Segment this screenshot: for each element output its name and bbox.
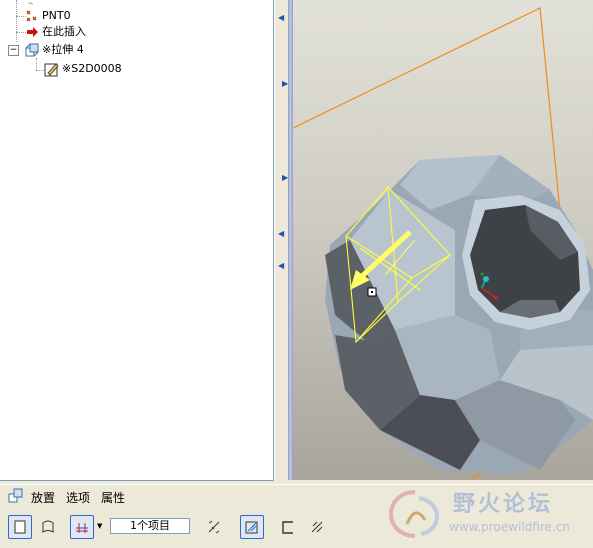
- remove-material-icon: [245, 521, 258, 534]
- surface-extrude-button[interactable]: [36, 515, 60, 539]
- flip-direction-icon: [208, 520, 220, 534]
- depth-dropdown-icon[interactable]: ▼: [97, 522, 102, 530]
- watermark-logo-icon: [388, 490, 440, 538]
- tree-item-label: ※拉伸 4: [42, 43, 84, 56]
- tab-properties[interactable]: 属性: [101, 489, 125, 506]
- solid-extrude-button[interactable]: [8, 515, 32, 539]
- tree-connector: [36, 70, 44, 71]
- depth-options-icon: [76, 523, 88, 533]
- tree-item-insert-here[interactable]: 在此插入: [24, 24, 224, 40]
- solid-extrude-icon: [14, 520, 26, 534]
- surface-extrude-icon: [42, 520, 54, 533]
- extrude-feature-icon: [24, 42, 40, 63]
- collapse-left-arrow-icon[interactable]: ◀: [278, 262, 284, 270]
- thicken-sketch-button[interactable]: [276, 515, 300, 539]
- forum-watermark: 野火论坛 www.proewildfire.cn: [383, 482, 593, 548]
- sketch-icon: [44, 61, 60, 82]
- dashboard-feature-icon: [8, 488, 24, 507]
- tree-item-extrude-4[interactable]: − ※拉伸 4: [8, 42, 228, 58]
- collapse-left-arrow-icon[interactable]: ◀: [278, 230, 284, 238]
- tree-connector: [16, 0, 17, 42]
- tree-item-sketch[interactable]: ※S2D0008: [44, 61, 244, 77]
- flip-direction-button[interactable]: [202, 515, 226, 539]
- tab-options[interactable]: 选项: [66, 489, 90, 506]
- watermark-url: www.proewildfire.cn: [449, 520, 570, 534]
- depth-options-button[interactable]: [70, 515, 94, 539]
- thicken-sketch-icon: [282, 521, 293, 534]
- tree-item-label: PNT0: [42, 9, 71, 22]
- remove-material-button[interactable]: [240, 515, 264, 539]
- collapse-left-arrow-icon[interactable]: ◀: [278, 14, 284, 22]
- model-render: [293, 7, 593, 480]
- flip-material-side-icon: [311, 521, 323, 533]
- depth-value-field[interactable]: 1个项目: [110, 518, 190, 534]
- collapse-toggle-icon[interactable]: −: [8, 45, 19, 56]
- tree-item-label: ※S2D0008: [62, 62, 122, 75]
- tree-item-label: 在此插入: [42, 25, 86, 38]
- model-tree-panel: ⌁ PNT0 在此插入 − ※拉伸 4 ※S2D0008: [0, 0, 274, 481]
- polyhedron-model: [325, 155, 593, 475]
- flip-material-side-button[interactable]: [305, 515, 329, 539]
- graphics-viewport[interactable]: [293, 0, 593, 480]
- watermark-title: 野火论坛: [453, 492, 554, 517]
- tab-placement[interactable]: 放置: [31, 489, 55, 506]
- tree-item-pnt0[interactable]: PNT0: [24, 8, 224, 24]
